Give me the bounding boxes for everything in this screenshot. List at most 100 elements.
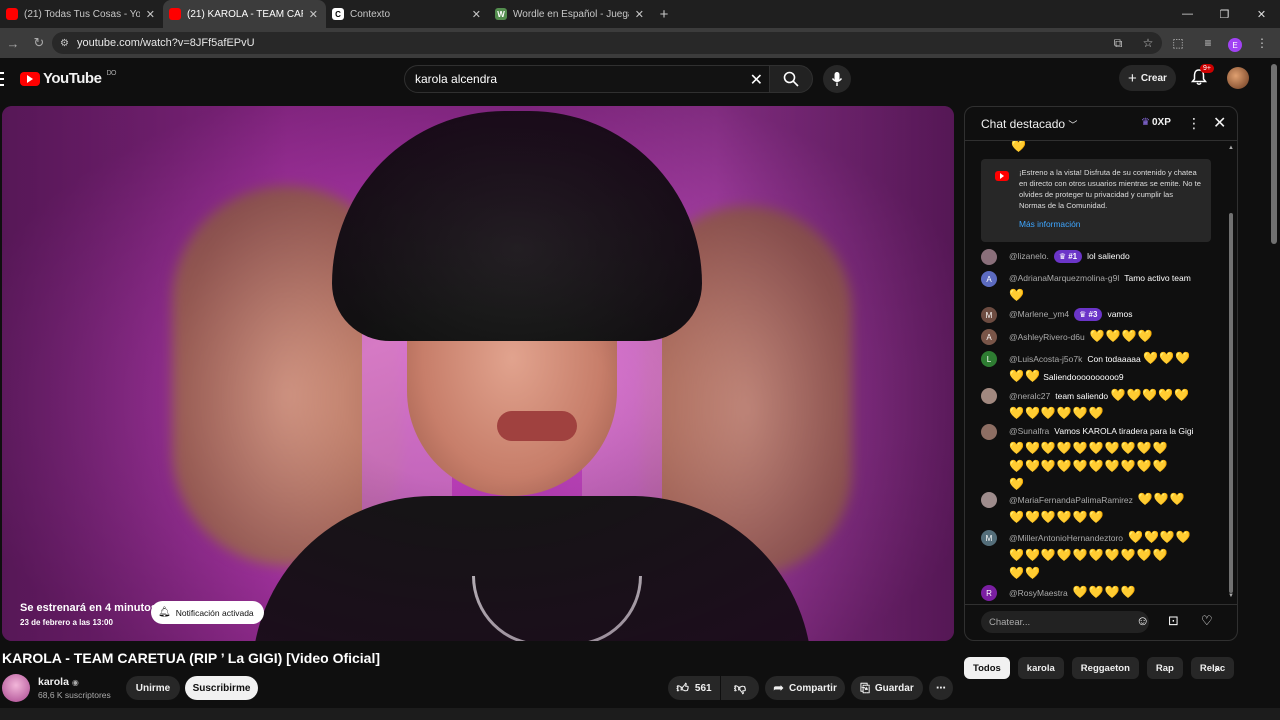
message-author[interactable]: @MariaFernandaPalimaRamirez bbox=[1009, 495, 1133, 505]
browser-menu-icon[interactable]: ⋮ bbox=[1252, 32, 1272, 54]
message-author[interactable]: @lizanelo. bbox=[1009, 251, 1049, 261]
close-icon[interactable]: ✕ bbox=[635, 8, 644, 21]
media-icon[interactable]: ≡ bbox=[1198, 32, 1218, 54]
message-author[interactable]: @AdrianaMarquezmolina-g9l bbox=[1009, 273, 1119, 283]
page-scrollbar[interactable] bbox=[1268, 58, 1280, 708]
minimize-icon[interactable]: — bbox=[1169, 0, 1206, 28]
heart-icon[interactable]: ♡ bbox=[1201, 613, 1213, 629]
close-window-icon[interactable]: ✕ bbox=[1243, 0, 1280, 28]
youtube-icon bbox=[169, 8, 181, 20]
chat-input[interactable]: Chatear... bbox=[981, 611, 1149, 633]
window-controls: — ❐ ✕ bbox=[1169, 0, 1280, 28]
share-icon: ➦ bbox=[773, 680, 785, 695]
xp-counter[interactable]: ♛ 0XP bbox=[1141, 117, 1171, 128]
chat-message: L @LuisAcosta-j5o7k Con todaaaaa 💛💛💛 💛💛 Sa… bbox=[981, 350, 1225, 386]
url-text: youtube.com/watch?v=8JFf5afEPvU bbox=[76, 37, 255, 49]
chat-scrollbar[interactable] bbox=[1229, 213, 1233, 593]
youtube-logo[interactable]: YouTube DO bbox=[20, 70, 116, 87]
emoji-icon[interactable]: ☺ bbox=[1136, 613, 1149, 628]
chip-todos[interactable]: Todos bbox=[964, 657, 1010, 679]
dislike-button[interactable]: 👎︎ bbox=[721, 676, 759, 700]
more-actions-button[interactable]: ⋯ bbox=[929, 676, 953, 700]
save-button[interactable]: ⎘ Guardar bbox=[851, 676, 923, 700]
create-button[interactable]: + Crear bbox=[1119, 65, 1176, 91]
avatar: A bbox=[981, 271, 997, 287]
wordle-icon: W bbox=[495, 8, 507, 20]
yellow-heart-icon: 💛💛💛💛💛 bbox=[1110, 388, 1191, 402]
reload-icon[interactable]: ↻ bbox=[26, 35, 52, 51]
channel-name-link[interactable]: karola ◉ bbox=[38, 676, 79, 688]
chat-messages: 💛 ¡Estreno a la vista! Disfruta de su co… bbox=[965, 141, 1237, 604]
account-avatar[interactable] bbox=[1227, 67, 1249, 89]
chat-message: @lizanelo. ♛ #1 lol saliendo bbox=[981, 248, 1225, 265]
scroll-up-icon[interactable]: ▲ bbox=[1228, 145, 1234, 151]
chip-karola[interactable]: karola bbox=[1017, 657, 1064, 679]
chat-message: A @AdrianaMarquezmolina-g9l Tamo activo t… bbox=[981, 270, 1225, 305]
close-icon[interactable]: ✕ bbox=[146, 8, 155, 21]
message-author[interactable]: @RosyMaestra bbox=[1009, 588, 1068, 598]
like-button[interactable]: 👍︎ 561 bbox=[668, 676, 720, 700]
close-icon[interactable]: ✕ bbox=[309, 8, 318, 21]
chat-message: @neralc27 team saliendo 💛💛💛💛💛 💛💛💛💛💛💛 bbox=[981, 387, 1225, 423]
youtube-icon bbox=[6, 8, 18, 20]
chevron-right-icon[interactable]: › bbox=[1214, 660, 1219, 676]
yellow-heart-icon: 💛💛💛💛 bbox=[1128, 530, 1192, 544]
join-button[interactable]: Unirme bbox=[126, 676, 180, 700]
notification-label: Notificación activada bbox=[175, 607, 254, 618]
chat-placeholder: Chatear... bbox=[989, 616, 1031, 628]
youtube-play-icon bbox=[20, 71, 40, 86]
cast-icon[interactable]: ⧉ bbox=[1108, 32, 1128, 54]
close-chat-icon[interactable]: ✕ bbox=[1213, 113, 1226, 133]
profile-avatar[interactable]: E bbox=[1228, 38, 1242, 52]
subscribe-button[interactable]: Suscribirme bbox=[185, 676, 258, 700]
tab-karola[interactable]: (21) KAROLA - TEAM CARETUA ✕ bbox=[163, 0, 326, 28]
voice-search-button[interactable] bbox=[823, 65, 851, 93]
notifications-button[interactable]: 9+ bbox=[1190, 64, 1214, 90]
url-field[interactable]: ⚙ youtube.com/watch?v=8JFf5afEPvU bbox=[52, 32, 1162, 54]
forward-icon[interactable]: → bbox=[0, 36, 26, 51]
share-button[interactable]: ➦ Compartir bbox=[765, 676, 845, 700]
extensions-icon[interactable]: ⬚ bbox=[1168, 32, 1188, 54]
tab-wordle[interactable]: W Wordle en Español - Juega Wor ✕ bbox=[489, 0, 652, 28]
more-info-link[interactable]: Más información bbox=[1019, 219, 1201, 230]
message-author[interactable]: @Sunalfra bbox=[1009, 426, 1049, 436]
restore-icon[interactable]: ❐ bbox=[1206, 0, 1243, 28]
message-author[interactable]: @AshleyRivero-d6u bbox=[1009, 332, 1085, 342]
avatar: M bbox=[981, 530, 997, 546]
hamburger-menu-icon[interactable] bbox=[0, 72, 4, 86]
message-author[interactable]: @MillerAntonioHernandeztoro bbox=[1009, 533, 1123, 543]
notification-count-badge: 9+ bbox=[1200, 64, 1214, 73]
message-author[interactable]: @neralc27 bbox=[1009, 391, 1050, 401]
contexto-icon: C bbox=[332, 8, 344, 20]
video-player[interactable]: Se estrenará en 4 minutos 23 de febrero … bbox=[2, 106, 954, 641]
yellow-heart-icon: 💛💛💛💛💛💛💛💛💛💛 💛💛💛💛💛💛💛💛💛💛 💛 bbox=[1009, 441, 1169, 491]
logo-text: YouTube bbox=[43, 70, 102, 87]
chat-message: M @Marlene_ym4 ♛ #3 vamos bbox=[981, 306, 1225, 323]
chip-relac[interactable]: Relac bbox=[1190, 657, 1234, 679]
channel-avatar[interactable] bbox=[2, 674, 30, 702]
super-chat-icon[interactable]: ⊡ bbox=[1168, 613, 1179, 629]
search-button[interactable] bbox=[769, 65, 813, 93]
tab-contexto[interactable]: C Contexto ✕ bbox=[326, 0, 489, 28]
chip-reggaeton[interactable]: Reggaeton bbox=[1071, 657, 1139, 679]
yellow-heart-icon: 💛💛💛💛💛💛 bbox=[1009, 510, 1105, 524]
tab-title: Wordle en Español - Juega Wor bbox=[513, 8, 629, 20]
tab-todas-tus-cosas[interactable]: (21) Todas Tus Cosas - YouTube ✕ bbox=[0, 0, 163, 28]
message-author[interactable]: @LuisAcosta-j5o7k bbox=[1009, 354, 1082, 364]
chip-rap[interactable]: Rap bbox=[1146, 657, 1183, 679]
chat-message: A @AshleyRivero-d6u 💛💛💛💛 bbox=[981, 328, 1225, 346]
chat-mode-dropdown[interactable]: Chat destacado ﹀ bbox=[981, 117, 1077, 131]
clear-search-icon[interactable]: ✕ bbox=[750, 70, 763, 90]
new-tab-button[interactable]: + bbox=[652, 0, 676, 28]
yellow-heart-icon: 💛💛💛 bbox=[1143, 351, 1191, 365]
message-author[interactable]: @Marlene_ym4 bbox=[1009, 309, 1069, 319]
more-options-icon[interactable]: ⋮ bbox=[1187, 115, 1201, 132]
bookmark-icon: ⎘ bbox=[860, 680, 870, 695]
search-input[interactable]: karola alcendra ✕ bbox=[404, 65, 770, 93]
avatar bbox=[981, 424, 997, 440]
close-icon[interactable]: ✕ bbox=[472, 8, 481, 21]
notification-enabled-button[interactable]: 🔔︎ Notificación activada bbox=[151, 601, 264, 624]
site-info-icon[interactable]: ⚙ bbox=[60, 38, 69, 49]
bookmark-star-icon[interactable]: ☆ bbox=[1138, 32, 1158, 54]
scroll-down-icon[interactable]: ▼ bbox=[1228, 593, 1234, 599]
